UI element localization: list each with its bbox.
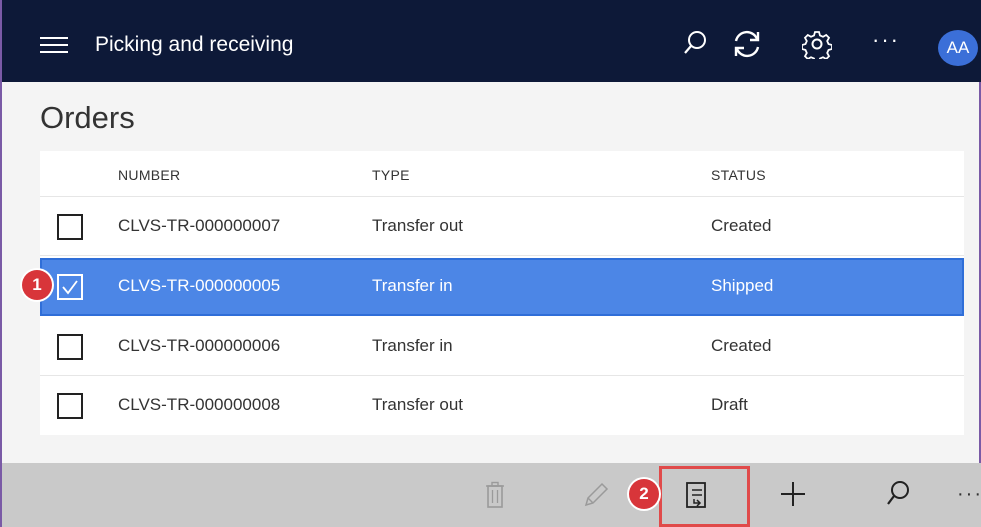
column-header-number[interactable]: NUMBER [118, 167, 180, 183]
app-window: Picking and receiving ··· AA Orders NUMB… [0, 0, 981, 527]
order-type: Transfer in [372, 276, 453, 295]
order-type: Transfer out [372, 395, 464, 414]
check-icon [62, 280, 78, 295]
orders-table: NUMBER TYPE STATUS CLVS-TR-000000007 Tra… [40, 151, 964, 435]
top-bar: Picking and receiving ··· AA [2, 0, 981, 82]
row-checkbox[interactable] [57, 393, 83, 419]
column-header-status[interactable]: STATUS [711, 167, 766, 183]
order-number: CLVS-TR-000000008 [118, 395, 281, 414]
page-title: Orders [40, 100, 135, 135]
table-row-selected[interactable]: CLVS-TR-000000005 Transfer in Shipped [40, 258, 964, 316]
column-header-type[interactable]: TYPE [372, 167, 410, 183]
plus-icon[interactable] [778, 479, 808, 514]
hamburger-menu-icon[interactable] [40, 37, 68, 53]
avatar[interactable]: AA [938, 30, 978, 66]
order-type: Transfer out [372, 216, 464, 235]
order-type: Transfer in [372, 336, 453, 355]
row-checkbox-checked[interactable] [57, 274, 83, 300]
trash-icon[interactable] [484, 481, 506, 514]
action-bar: ··· [2, 463, 981, 527]
search-icon[interactable] [885, 479, 911, 514]
row-checkbox[interactable] [57, 334, 83, 360]
order-status: Created [711, 216, 772, 235]
app-title: Picking and receiving [95, 33, 294, 56]
callout-badge-2: 2 [629, 479, 659, 509]
table-row[interactable]: CLVS-TR-000000007 Transfer out Created [40, 198, 964, 256]
callout-badge-1: 1 [22, 270, 52, 300]
row-checkbox[interactable] [57, 214, 83, 240]
order-status: Shipped [711, 276, 774, 295]
table-row[interactable]: CLVS-TR-000000006 Transfer in Created [40, 318, 964, 376]
search-icon[interactable] [682, 29, 708, 62]
highlight-box [659, 466, 750, 527]
order-status: Created [711, 336, 772, 355]
table-row[interactable]: CLVS-TR-000000008 Transfer out Draft [40, 377, 964, 435]
order-number: CLVS-TR-000000006 [118, 336, 281, 355]
more-options-button[interactable]: ··· [872, 29, 900, 51]
refresh-icon[interactable] [730, 29, 764, 64]
pencil-icon[interactable] [582, 481, 610, 514]
order-status: Draft [711, 395, 748, 414]
gear-icon[interactable] [801, 29, 833, 64]
more-actions-button[interactable]: ··· [957, 483, 981, 506]
table-header: NUMBER TYPE STATUS [40, 151, 964, 197]
order-number: CLVS-TR-000000005 [118, 276, 281, 295]
order-number: CLVS-TR-000000007 [118, 216, 281, 235]
